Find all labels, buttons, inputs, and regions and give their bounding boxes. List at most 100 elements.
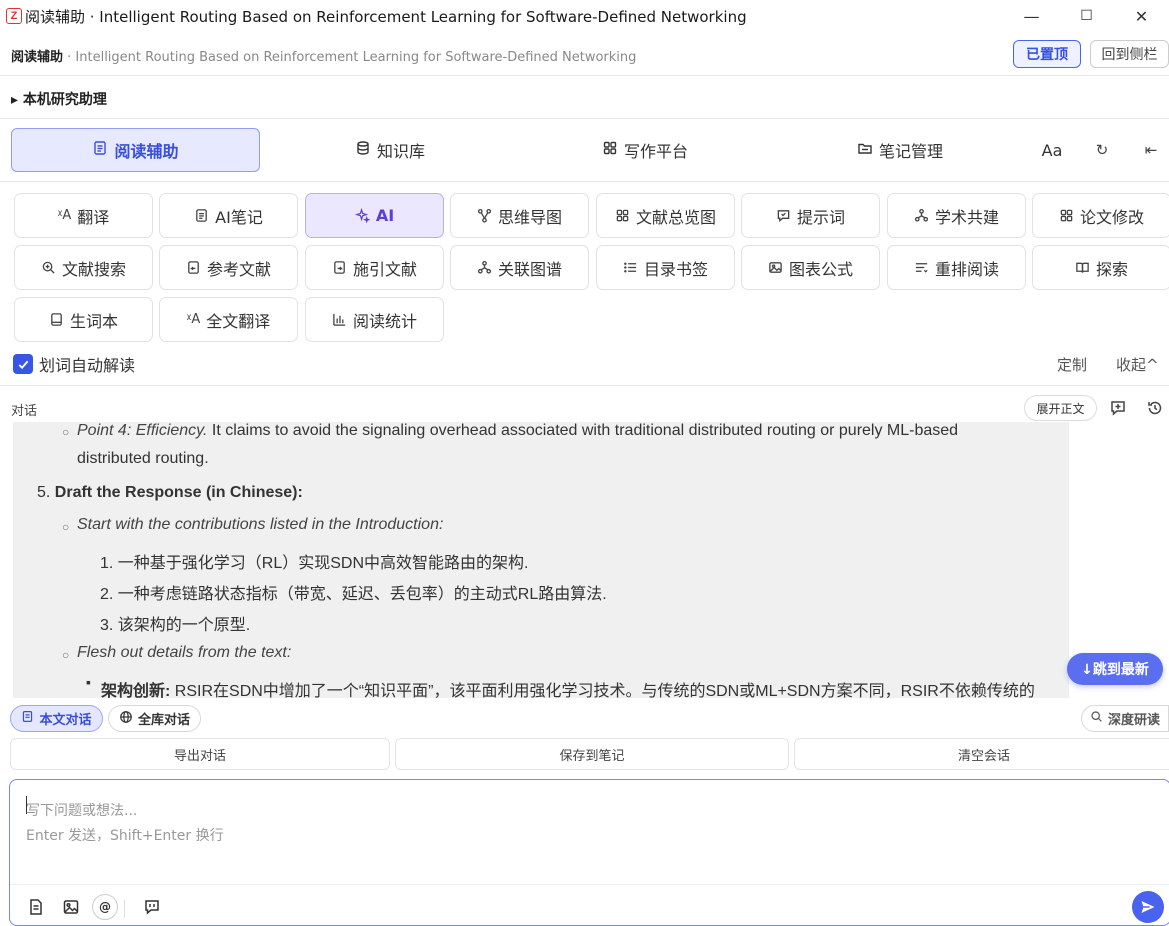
- tool-label: 阅读统计: [352, 311, 417, 331]
- message-arch: 架构创新: RSIR在SDN中增加了一个“知识平面”，该平面利用强化学习技术。与…: [101, 677, 1035, 698]
- divider: [0, 385, 1169, 386]
- tool-toc-bookmarks[interactable]: 目录书签: [596, 245, 735, 290]
- book-icon: [1075, 260, 1090, 275]
- tab-notes-management[interactable]: 笔记管理: [810, 128, 990, 172]
- font-size-button[interactable]: Aa: [1035, 128, 1069, 172]
- message-point4-text: It claims to avoid the signaling overhea…: [207, 422, 959, 439]
- chat-input-box: 写下问题或想法... Enter 发送，Shift+Enter 换行 @: [9, 779, 1169, 926]
- panel-title-paper: · Intelligent Routing Based on Reinforce…: [63, 49, 637, 65]
- tool-full-translation[interactable]: ᵡA 全文翻译: [159, 297, 298, 342]
- mode-this-paper-chat[interactable]: 本文对话: [10, 705, 103, 732]
- main-tabs: 阅读辅助 知识库 写作平台 笔记管理 Aa ↻ ⇤: [0, 128, 1169, 172]
- tool-reading-stats[interactable]: 阅读统计: [305, 297, 444, 342]
- collapse-panel-icon[interactable]: ⇤: [1137, 128, 1165, 172]
- tool-ai-notes[interactable]: AI笔记: [159, 193, 298, 238]
- auto-explain-row: 划词自动解读 定制 收起^: [13, 352, 1169, 376]
- tool-ai[interactable]: AI: [305, 193, 444, 238]
- attach-document-icon[interactable]: [25, 896, 47, 918]
- tool-academic-co-build[interactable]: 学术共建: [887, 193, 1026, 238]
- input-placeholder[interactable]: 写下问题或想法...: [26, 800, 137, 820]
- new-chat-icon[interactable]: [1107, 397, 1129, 419]
- close-button[interactable]: ✕: [1114, 0, 1169, 32]
- message-arch-text: RSIR在SDN中增加了一个“知识平面”，该平面利用强化学习技术。与传统的SDN…: [170, 683, 1035, 698]
- window-controls: — ☐ ✕: [1004, 0, 1169, 32]
- chat-label: 对话: [11, 404, 38, 419]
- notebook-icon: [49, 312, 64, 327]
- document-icon: [92, 140, 108, 160]
- save-to-notes-button[interactable]: 保存到笔记: [395, 738, 789, 770]
- tool-prompts[interactable]: 提示词: [741, 193, 880, 238]
- attach-image-icon[interactable]: [60, 896, 82, 918]
- divider: [0, 75, 1169, 76]
- collapse-tools-button[interactable]: 收起^: [1116, 354, 1159, 375]
- window-titlebar: Z 阅读辅助 · Intelligent Routing Based on Re…: [0, 0, 1169, 32]
- tool-figures-formulas[interactable]: 图表公式: [741, 245, 880, 290]
- tool-label: 全文翻译: [206, 311, 271, 331]
- network-icon: [914, 208, 929, 223]
- tool-label: 论文修改: [1079, 207, 1144, 227]
- tool-relation-graph[interactable]: 关联图谱: [450, 245, 589, 290]
- tool-reflow-reading[interactable]: 重排阅读: [887, 245, 1026, 290]
- panel-title: 阅读辅助 · Intelligent Routing Based on Rein…: [11, 46, 636, 65]
- mode-library-chat[interactable]: 全库对话: [108, 705, 201, 732]
- jump-to-latest-button[interactable]: ↓跳到最新: [1067, 653, 1163, 685]
- tab-writing-platform[interactable]: 写作平台: [555, 128, 735, 172]
- search-icon: [41, 260, 56, 275]
- tool-label: 文献总览图: [635, 207, 716, 227]
- refresh-icon[interactable]: ↻: [1088, 128, 1116, 172]
- tool-citing-papers[interactable]: 施引文献: [305, 245, 444, 290]
- tab-label: 阅读辅助: [114, 142, 179, 161]
- tool-label: 探索: [1095, 259, 1128, 279]
- local-assistant-toggle[interactable]: ▸ 本机研究助理: [11, 89, 107, 109]
- auto-explain-checkbox[interactable]: [13, 354, 33, 374]
- tab-label: 笔记管理: [878, 142, 943, 161]
- grid-icon: [1059, 208, 1074, 223]
- mindmap-icon: [477, 208, 492, 223]
- search-icon: [1090, 710, 1103, 727]
- clear-chat-button[interactable]: 清空会话: [794, 738, 1169, 770]
- network-icon: [477, 260, 492, 275]
- bullet-icon: ○: [62, 648, 70, 662]
- tool-paper-revision[interactable]: 论文修改: [1032, 193, 1169, 238]
- maximize-button[interactable]: ☐: [1059, 0, 1114, 32]
- pinned-button[interactable]: 已置顶: [1013, 40, 1081, 68]
- check-icon: [18, 360, 28, 369]
- tool-label: 重排阅读: [934, 259, 999, 279]
- bar-chart-icon: [332, 312, 347, 327]
- expand-text-button[interactable]: 展开正文: [1024, 395, 1097, 421]
- tool-references[interactable]: 参考文献: [159, 245, 298, 290]
- message-step5: 5. Draft the Response (in Chinese):: [37, 484, 303, 502]
- send-icon: [1141, 901, 1155, 913]
- export-chat-button[interactable]: 导出对话: [10, 738, 390, 770]
- prompt-template-icon[interactable]: [141, 896, 163, 918]
- tool-explore[interactable]: 探索: [1032, 245, 1169, 290]
- customize-button[interactable]: 定制: [1057, 354, 1087, 375]
- tool-translate[interactable]: ᵡA 翻译: [14, 193, 153, 238]
- mention-icon[interactable]: @: [92, 894, 118, 920]
- tool-mind-map[interactable]: 思维导图: [450, 193, 589, 238]
- tab-label: 知识库: [376, 142, 425, 161]
- minimize-button[interactable]: —: [1004, 0, 1059, 32]
- image-icon: [768, 260, 783, 275]
- history-icon[interactable]: [1144, 397, 1166, 419]
- tool-literature-search[interactable]: 文献搜索: [14, 245, 153, 290]
- prompt-icon: [776, 208, 791, 223]
- app-logo-icon: Z: [6, 8, 22, 24]
- send-button[interactable]: [1132, 891, 1164, 923]
- conversation-panel: ○ Point 4: Efficiency. It claims to avoi…: [13, 422, 1069, 698]
- tool-literature-overview[interactable]: 文献总览图: [596, 193, 735, 238]
- bullet-square-icon: ▪: [86, 674, 91, 690]
- tool-label: 关联图谱: [497, 259, 562, 279]
- toolbar-separator: [124, 900, 125, 918]
- reference-icon: [186, 260, 201, 275]
- deep-research-button[interactable]: 深度研读: [1081, 705, 1169, 732]
- back-to-sidebar-button[interactable]: 回到侧栏: [1090, 40, 1169, 68]
- reflow-icon: [914, 260, 929, 275]
- translate-icon: ᵡA: [57, 208, 72, 223]
- bullet-icon: ○: [62, 425, 70, 439]
- tab-knowledge-base[interactable]: 知识库: [300, 128, 480, 172]
- tab-reading-assist[interactable]: 阅读辅助: [11, 128, 260, 172]
- database-icon: [355, 140, 371, 160]
- deep-research-label: 深度研读: [1107, 713, 1160, 728]
- tool-vocabulary-book[interactable]: 生词本: [14, 297, 153, 342]
